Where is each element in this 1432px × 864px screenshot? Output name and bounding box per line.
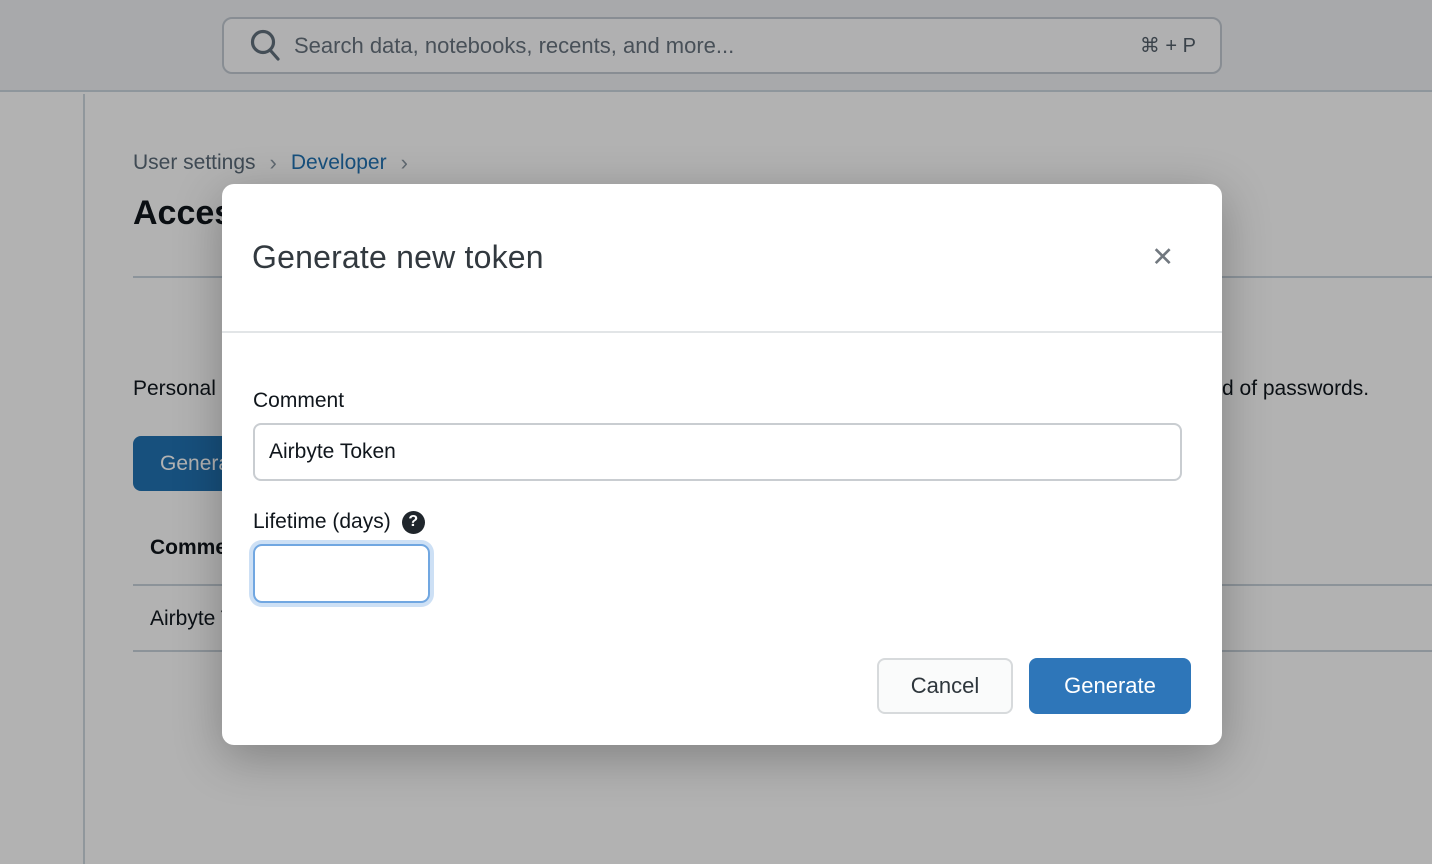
screen: Search data, notebooks, recents, and mor… [0,0,1432,864]
lifetime-label-row: Lifetime (days) ? [253,510,425,534]
generate-token-modal: Generate new token ✕ Comment Lifetime (d… [222,184,1222,745]
modal-header: Generate new token ✕ [222,184,1222,333]
generate-button[interactable]: Generate [1029,658,1191,714]
lifetime-days-input[interactable] [253,544,430,603]
close-icon: ✕ [1151,242,1174,272]
help-icon[interactable]: ? [402,511,425,534]
comment-label: Comment [253,389,344,413]
close-button[interactable]: ✕ [1147,240,1178,275]
comment-input[interactable] [253,423,1182,481]
modal-title: Generate new token [252,239,544,276]
cancel-button[interactable]: Cancel [877,658,1013,714]
lifetime-label: Lifetime (days) [253,510,391,534]
